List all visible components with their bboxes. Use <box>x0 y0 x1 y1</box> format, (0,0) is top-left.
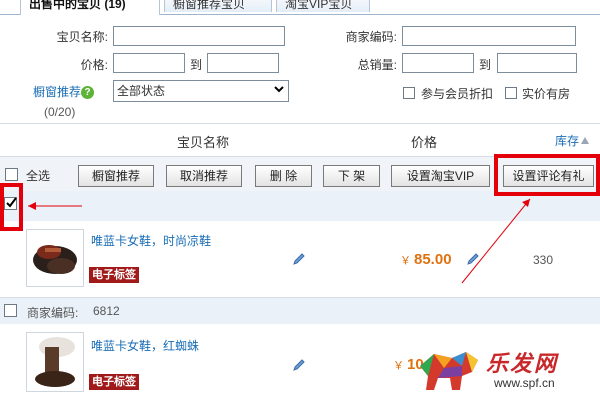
bull-logo-icon <box>420 352 478 390</box>
watermark-brand: 乐发网 <box>486 351 559 376</box>
watermark-url: www.spf.cn <box>494 376 555 390</box>
annotation-arrows <box>28 198 531 284</box>
watermark-logo: 乐发网 www.spf.cn <box>414 346 594 396</box>
